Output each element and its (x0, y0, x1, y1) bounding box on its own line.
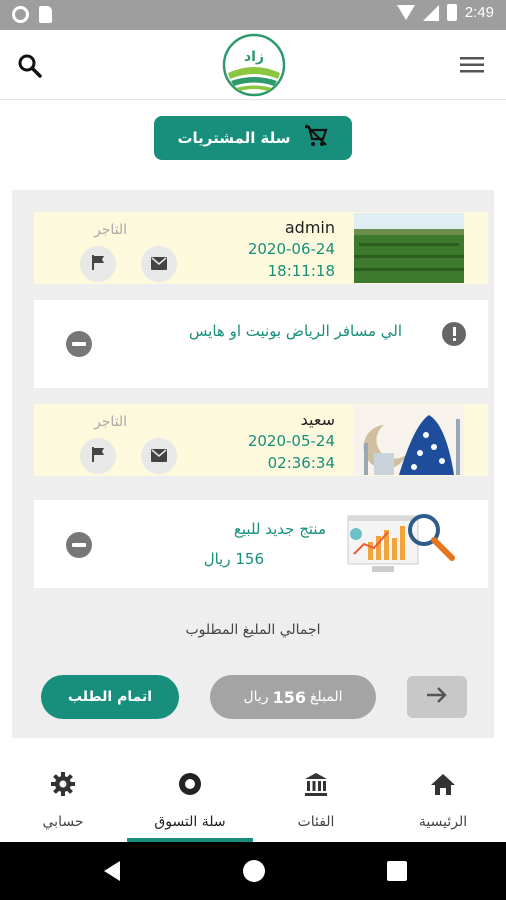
home-icon (430, 770, 456, 798)
envelope-icon (151, 447, 167, 466)
cart-title-button[interactable]: سلة المشتريات (154, 116, 352, 160)
complete-order-label: اتمام الطلب (67, 689, 153, 705)
remove-cart-icon (303, 124, 329, 152)
notification-circle-icon (12, 6, 29, 23)
recents-icon[interactable] (387, 861, 407, 881)
merchant-label: التاجر (94, 414, 128, 430)
flag-icon (91, 254, 105, 274)
item-price: 156 ريال (203, 550, 264, 568)
product-image (344, 510, 456, 578)
order-date: 2020-06-24 (247, 240, 335, 258)
status-time: 2:49 (464, 4, 494, 21)
merchant-card: admin 2020-06-24 18:11:18 التاجر (34, 212, 488, 284)
envelope-icon (151, 255, 167, 274)
cart-item: الي مسافر الرياض بونيت او هايس (34, 300, 488, 388)
flag-icon (91, 446, 105, 466)
total-amount-button[interactable]: المبلغ 156 ريال (210, 675, 376, 719)
merchant-name: admin (284, 218, 335, 237)
order-date: 2020-05-24 (247, 432, 335, 450)
message-button[interactable] (141, 438, 177, 474)
cart-panel: admin 2020-06-24 18:11:18 التاجر الي مسا… (12, 190, 494, 738)
gear-icon (50, 770, 76, 798)
sd-card-icon (39, 6, 52, 23)
merchant-image (354, 213, 464, 283)
app-logo: زاد (222, 33, 286, 97)
battery-icon (446, 4, 457, 21)
cart-item: منتج جديد للبيع 156 ريال (34, 500, 488, 588)
app-bar: زاد (0, 30, 506, 100)
nav-item-account[interactable]: حسابي (0, 752, 126, 842)
remove-item-button[interactable] (66, 532, 92, 558)
amount-prefix: المبلغ (309, 689, 343, 705)
bottom-navigation: حسابي سلة التسوق الفئات الرئيسية (0, 752, 506, 842)
search-icon[interactable] (16, 52, 44, 80)
bank-icon (303, 770, 329, 798)
nav-label-home: الرئيسية (418, 814, 468, 830)
nav-item-categories[interactable]: الفئات (253, 752, 379, 842)
order-time: 02:36:34 (267, 454, 335, 472)
order-time: 18:11:18 (267, 262, 335, 280)
item-title: منتج جديد للبيع (233, 520, 326, 538)
info-icon[interactable] (442, 322, 466, 346)
total-label: اجمالي المليغ المطلوب (185, 622, 321, 638)
home-circle-icon[interactable] (243, 860, 265, 882)
back-icon[interactable] (102, 860, 122, 886)
merchant-image (354, 405, 464, 475)
nav-label-categories: الفئات (297, 814, 335, 830)
next-button[interactable] (407, 676, 467, 718)
message-button[interactable] (141, 246, 177, 282)
merchant-card: سعيد 2020-05-24 02:36:34 التاجر (34, 404, 488, 476)
item-title: الي مسافر الرياض بونيت او هايس (189, 322, 402, 340)
remove-item-button[interactable] (66, 331, 92, 357)
cart-circle-icon (177, 770, 203, 798)
signal-icon (422, 4, 439, 21)
complete-order-button[interactable]: اتمام الطلب (41, 675, 179, 719)
nav-item-home[interactable]: الرئيسية (380, 752, 506, 842)
merchant-name: سعيد (300, 410, 335, 429)
arrow-right-icon (426, 686, 448, 708)
status-bar: 2:49 (0, 0, 506, 30)
hamburger-menu-icon[interactable] (458, 54, 486, 76)
amount-value: 156 (272, 687, 306, 707)
report-button[interactable] (80, 438, 116, 474)
nav-item-cart[interactable]: سلة التسوق (127, 752, 253, 842)
report-button[interactable] (80, 246, 116, 282)
amount-currency: ريال (243, 689, 269, 705)
wifi-icon (396, 5, 415, 20)
merchant-label: التاجر (94, 222, 128, 238)
system-navigation-bar (0, 842, 506, 900)
nav-label-cart: سلة التسوق (154, 814, 226, 830)
nav-label-account: حسابي (42, 814, 84, 830)
cart-title-label: سلة المشتريات (177, 129, 291, 147)
svg-text:زاد: زاد (244, 49, 264, 65)
